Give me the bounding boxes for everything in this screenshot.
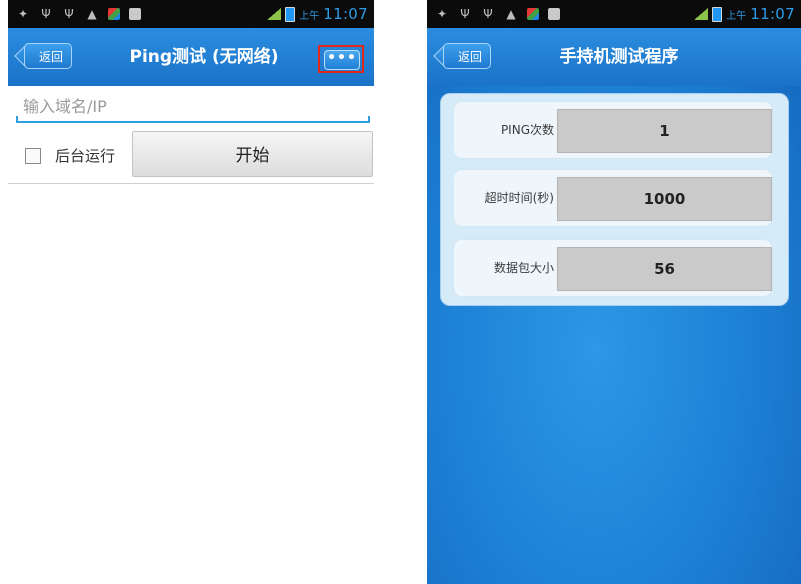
battery-icon [712, 6, 723, 22]
status-bar: ✦ Ψ Ψ ▲ 上午 11:07 [427, 0, 801, 28]
packet-size-row: 数据包大小 56 [453, 239, 773, 297]
signal-icon [694, 8, 709, 20]
ping-count-field[interactable]: 1 [557, 109, 772, 153]
ping-count-label: PING次数 [500, 123, 554, 137]
usb-icon: Ψ [64, 7, 74, 21]
host-input-underline [16, 116, 370, 123]
background-run-label: 后台运行 [55, 147, 116, 165]
settings-card: PING次数 1 超时时间(秒) 1000 数据包大小 56 [440, 93, 789, 306]
settings-icon: ✦ [436, 7, 448, 21]
timeout-row: 超时时间(秒) 1000 [453, 169, 773, 227]
status-bar: ✦ Ψ Ψ ▲ 上午 11:07 [8, 0, 374, 28]
settings-icon: ✦ [17, 7, 29, 21]
back-button[interactable]: 返回 [24, 43, 72, 69]
page-title: Ping测试 (无网络) [129, 47, 279, 67]
warning-icon: ▲ [506, 7, 516, 21]
notification-icon [548, 8, 560, 20]
timeout-field[interactable]: 1000 [557, 177, 772, 221]
usb-icon: Ψ [41, 7, 51, 21]
timeout-label: 超时时间(秒) [484, 191, 554, 205]
battery-icon [285, 6, 296, 22]
usb-icon: Ψ [483, 7, 493, 21]
title-bar: 返回 Ping测试 (无网络) ••• [8, 28, 374, 86]
gallery-icon [108, 8, 120, 20]
status-clock: 11:07 [750, 5, 795, 23]
usb-icon: Ψ [460, 7, 470, 21]
start-button[interactable]: 开始 [132, 131, 373, 177]
more-menu-highlight: ••• [318, 45, 364, 73]
ping-count-row: PING次数 1 [453, 101, 773, 159]
title-bar: 返回 手持机测试程序 [427, 28, 801, 86]
gallery-icon [527, 8, 539, 20]
packet-size-label: 数据包大小 [493, 261, 554, 275]
status-ampm: 上午 [726, 10, 747, 22]
warning-icon: ▲ [87, 7, 97, 21]
right-phone-screen: ✦ Ψ Ψ ▲ 上午 11:07 返回 手持机测试程序 PING次数 1 超时时… [427, 0, 801, 584]
signal-icon [267, 8, 282, 20]
more-menu-button[interactable]: ••• [324, 50, 360, 70]
left-phone-screen: ✦ Ψ Ψ ▲ 上午 11:07 返回 Ping测试 (无网络) ••• 后台运… [8, 0, 374, 584]
packet-size-field[interactable]: 56 [557, 247, 772, 291]
background-run-row: 后台运行 开始 [8, 126, 374, 184]
background-run-checkbox[interactable] [25, 148, 41, 164]
status-ampm: 上午 [299, 10, 320, 22]
status-clock: 11:07 [323, 5, 368, 23]
page-title: 手持机测试程序 [559, 47, 679, 67]
notification-icon [129, 8, 141, 20]
back-button[interactable]: 返回 [443, 43, 491, 69]
